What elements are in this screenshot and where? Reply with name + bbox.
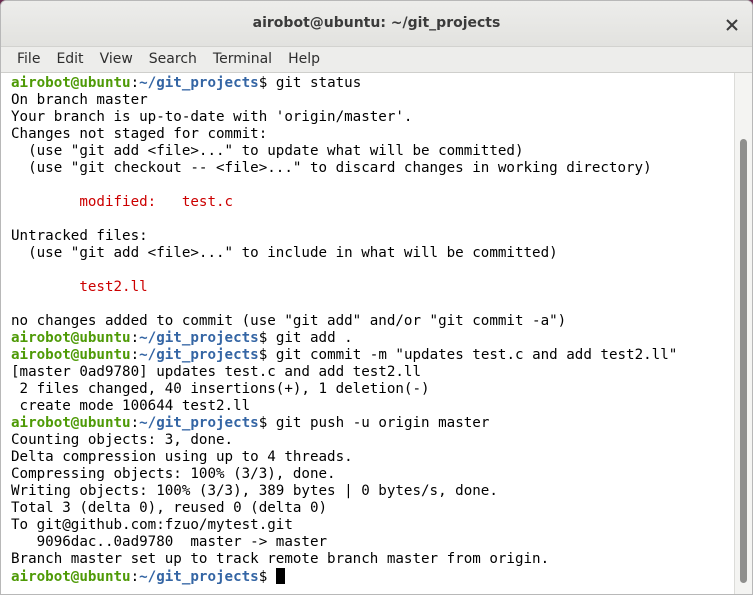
menu-terminal[interactable]: Terminal	[205, 47, 280, 73]
command-text: git push -u origin master	[275, 415, 490, 431]
prompt-line: airobot@ubuntu:~/git_projects$ git push …	[11, 415, 490, 431]
menu-file[interactable]: File	[9, 47, 48, 73]
output-line: Branch master set up to track remote bra…	[11, 551, 550, 567]
title-bar[interactable]: airobot@ubuntu: ~/git_projects	[1, 1, 752, 47]
output-line: Your branch is up-to-date with 'origin/m…	[11, 109, 413, 125]
prompt-user: airobot@ubuntu	[11, 415, 131, 431]
output-line: 9096dac..0ad9780 master -> master	[11, 534, 328, 550]
menu-bar: File Edit View Search Terminal Help	[1, 47, 752, 73]
close-button[interactable]	[722, 15, 742, 35]
output-line: Total 3 (delta 0), reused 0 (delta 0)	[11, 500, 328, 516]
output-line: (use "git add <file>..." to update what …	[11, 143, 524, 159]
menu-search[interactable]: Search	[141, 47, 205, 73]
prompt-path: ~/git_projects	[139, 330, 259, 346]
output-line: create mode 100644 test2.ll	[11, 398, 251, 414]
prompt-line: airobot@ubuntu:~/git_projects$ git statu…	[11, 75, 362, 91]
menu-edit[interactable]: Edit	[48, 47, 91, 73]
output-line: Counting objects: 3, done.	[11, 432, 234, 448]
output-line: On branch master	[11, 92, 148, 108]
menu-help[interactable]: Help	[280, 47, 328, 73]
prompt-user: airobot@ubuntu	[11, 347, 131, 363]
output-line: To git@github.com:fzuo/mytest.git	[11, 517, 293, 533]
prompt-path: ~/git_projects	[139, 347, 259, 363]
terminal-window: airobot@ubuntu: ~/git_projects File Edit V…	[0, 0, 753, 595]
vertical-scrollbar[interactable]	[734, 73, 752, 594]
menu-view[interactable]: View	[92, 47, 141, 73]
text-cursor	[275, 568, 285, 584]
output-line: 2 files changed, 40 insertions(+), 1 del…	[11, 381, 430, 397]
output-line: no changes added to commit (use "git add…	[11, 313, 567, 329]
modified-file: modified: test.c	[79, 194, 234, 210]
command-text: git add .	[275, 330, 353, 346]
scrollbar-thumb[interactable]	[740, 139, 747, 583]
window-title: airobot@ubuntu: ~/git_projects	[252, 15, 501, 31]
output-line: Writing objects: 100% (3/3), 389 bytes |…	[11, 483, 498, 499]
prompt-line: airobot@ubuntu:~/git_projects$	[11, 568, 734, 585]
prompt-line: airobot@ubuntu:~/git_projects$ git add .	[11, 330, 353, 346]
output-line: (use "git add <file>..." to include in w…	[11, 245, 558, 261]
output-line: modified: test.c	[11, 194, 734, 211]
output-line: (use "git checkout -- <file>..." to disc…	[11, 160, 652, 176]
output-line: Changes not staged for commit:	[11, 126, 268, 142]
output-line: Untracked files:	[11, 228, 148, 244]
output-line: test2.ll	[11, 279, 734, 296]
command-text: git commit -m "updates test.c and add te…	[275, 347, 678, 363]
output-line: Compressing objects: 100% (3/3), done.	[11, 466, 336, 482]
output-line: [master 0ad9780] updates test.c and add …	[11, 364, 421, 380]
command-text: git status	[275, 75, 362, 91]
prompt-path: ~/git_projects	[139, 75, 259, 91]
prompt-path: ~/git_projects	[139, 415, 259, 431]
prompt-user: airobot@ubuntu	[11, 569, 131, 585]
output-line: Delta compression using up to 4 threads.	[11, 449, 353, 465]
untracked-file: test2.ll	[79, 279, 148, 295]
terminal-output[interactable]: airobot@ubuntu:~/git_projects$ git statu…	[1, 73, 734, 594]
prompt-user: airobot@ubuntu	[11, 75, 131, 91]
close-icon	[726, 19, 738, 31]
prompt-line: airobot@ubuntu:~/git_projects$ git commi…	[11, 347, 678, 363]
prompt-user: airobot@ubuntu	[11, 330, 131, 346]
prompt-path: ~/git_projects	[139, 569, 259, 585]
